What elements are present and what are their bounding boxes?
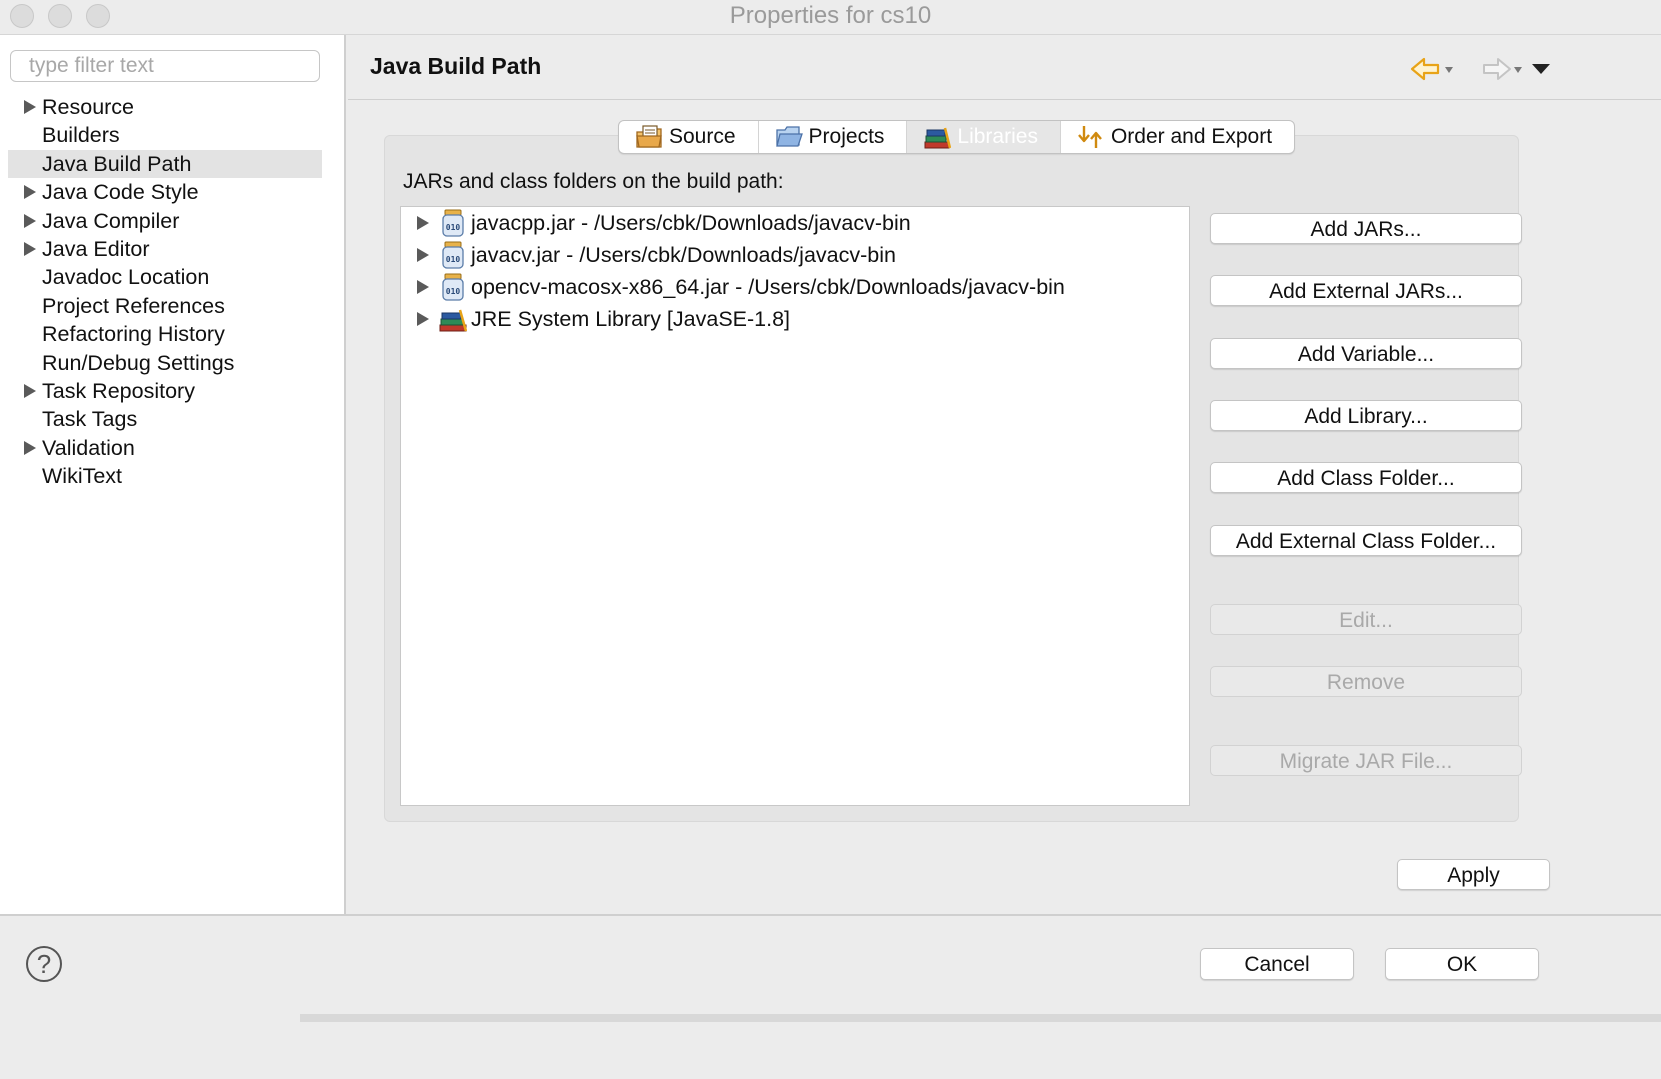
window-bottom-strip: [300, 1014, 1661, 1022]
sidebar-item-label: Run/Debug Settings: [42, 350, 235, 375]
sidebar-item-label: Java Build Path: [42, 151, 192, 176]
jar-icon: 010: [442, 241, 464, 269]
tree-row-label: JRE System Library [JavaSE-1.8]: [471, 307, 791, 331]
tab-source[interactable]: Source: [619, 121, 759, 153]
sidebar-item-javadoc-location[interactable]: Javadoc Location: [8, 263, 322, 291]
expand-arrow-icon[interactable]: [24, 185, 36, 200]
sidebar-item-label: Validation: [42, 435, 135, 460]
add-variable-button[interactable]: Add Variable...: [1210, 338, 1522, 369]
source-folder-icon: [636, 125, 662, 148]
page-title: Java Build Path: [370, 53, 542, 79]
sidebar-item-java-compiler[interactable]: Java Compiler: [8, 207, 322, 235]
tree-row-label: javacpp.jar - /Users/cbk/Downloads/javac…: [471, 211, 911, 235]
tab-label: Libraries: [957, 125, 1038, 148]
forward-arrow-icon[interactable]: [1483, 58, 1511, 80]
back-arrow-icon[interactable]: [1410, 57, 1440, 81]
sidebar-item-project-references[interactable]: Project References: [8, 292, 322, 320]
sidebar-item-task-repository[interactable]: Task Repository: [8, 377, 322, 405]
jar-icon: 010: [442, 209, 464, 237]
tree-row-opencv-jar[interactable]: 010 opencv-macosx-x86_64.jar - /Users/cb…: [401, 271, 1189, 303]
view-menu-icon[interactable]: [1532, 64, 1550, 74]
history-navigation: [1408, 55, 1558, 83]
add-external-jars-button[interactable]: Add External JARs...: [1210, 275, 1522, 306]
sidebar-item-label: Java Compiler: [42, 208, 180, 233]
build-path-label: JARs and class folders on the build path…: [403, 170, 784, 193]
forward-dropdown-icon[interactable]: [1514, 67, 1522, 73]
tree-row-javacv-jar[interactable]: 010 javacv.jar - /Users/cbk/Downloads/ja…: [401, 239, 1189, 271]
library-icon: [439, 309, 467, 332]
property-page: Java Build Path Source Projects Librarie…: [346, 35, 1661, 914]
sidebar-item-java-build-path[interactable]: Java Build Path: [8, 149, 322, 179]
tab-projects[interactable]: Projects: [759, 121, 908, 153]
expand-arrow-icon[interactable]: [24, 213, 36, 228]
sidebar-item-refactoring-history[interactable]: Refactoring History: [8, 320, 322, 348]
tab-label: Projects: [808, 125, 885, 148]
expand-arrow-icon[interactable]: [417, 216, 429, 230]
svg-text:010: 010: [446, 255, 461, 264]
apply-button[interactable]: Apply: [1397, 859, 1550, 890]
sidebar-item-java-code-style[interactable]: Java Code Style: [8, 178, 322, 206]
projects-folder-icon: [775, 126, 803, 147]
property-page-list: Resource Builders Java Build Path Java C…: [8, 93, 322, 490]
sidebar-item-builders[interactable]: Builders: [8, 121, 322, 149]
sidebar-item-label: WikiText: [42, 464, 123, 489]
sidebar: Resource Builders Java Build Path Java C…: [0, 35, 346, 914]
tree-row-label: javacv.jar - /Users/cbk/Downloads/javacv…: [471, 243, 896, 267]
filter-input[interactable]: [10, 50, 320, 82]
sidebar-item-label: Javadoc Location: [42, 265, 210, 290]
sidebar-item-label: Refactoring History: [42, 322, 225, 347]
remove-button[interactable]: Remove: [1210, 666, 1522, 697]
help-icon[interactable]: ?: [26, 946, 62, 982]
edit-button[interactable]: Edit...: [1210, 604, 1522, 635]
sidebar-item-label: Project References: [42, 293, 225, 318]
sidebar-item-wikitext[interactable]: WikiText: [8, 462, 322, 490]
add-class-folder-button[interactable]: Add Class Folder...: [1210, 462, 1522, 493]
add-library-button[interactable]: Add Library...: [1210, 400, 1522, 431]
back-dropdown-icon[interactable]: [1445, 67, 1453, 73]
sidebar-item-label: Task Repository: [42, 378, 195, 403]
sidebar-item-label: Resource: [42, 95, 135, 119]
build-path-tree[interactable]: 010 javacpp.jar - /Users/cbk/Downloads/j…: [400, 206, 1190, 806]
expand-arrow-icon[interactable]: [417, 280, 429, 294]
sidebar-item-validation[interactable]: Validation: [8, 434, 322, 462]
migrate-jar-button[interactable]: Migrate JAR File...: [1210, 745, 1522, 776]
expand-arrow-icon[interactable]: [24, 383, 36, 398]
tree-row-label: opencv-macosx-x86_64.jar - /Users/cbk/Do…: [471, 275, 1065, 299]
add-external-class-folder-button[interactable]: Add External Class Folder...: [1210, 525, 1522, 556]
expand-arrow-icon[interactable]: [417, 248, 429, 262]
jar-icon: 010: [442, 273, 464, 301]
order-export-icon: [1078, 126, 1102, 148]
tree-row-javacpp-jar[interactable]: 010 javacpp.jar - /Users/cbk/Downloads/j…: [401, 207, 1189, 239]
svg-text:010: 010: [446, 223, 461, 232]
sidebar-item-resource[interactable]: Resource: [8, 93, 322, 121]
sidebar-item-label: Java Editor: [42, 236, 150, 261]
expand-arrow-icon[interactable]: [24, 440, 36, 455]
sidebar-item-java-editor[interactable]: Java Editor: [8, 235, 322, 263]
expand-arrow-icon[interactable]: [24, 100, 36, 114]
tab-label: Source: [669, 125, 736, 148]
tree-row-jre-system-library[interactable]: JRE System Library [JavaSE-1.8]: [401, 303, 1189, 335]
svg-text:010: 010: [446, 287, 461, 296]
expand-arrow-icon[interactable]: [417, 312, 429, 326]
header-separator: [348, 99, 1661, 100]
sidebar-item-run-debug-settings[interactable]: Run/Debug Settings: [8, 349, 322, 377]
title-bar: Properties for cs10: [0, 0, 1661, 35]
tab-order-and-export[interactable]: Order and Export: [1061, 121, 1294, 153]
sidebar-item-task-tags[interactable]: Task Tags: [8, 405, 322, 433]
expand-arrow-icon[interactable]: [24, 241, 36, 256]
sidebar-item-label: Java Code Style: [42, 180, 199, 205]
sidebar-item-label: Builders: [42, 123, 120, 148]
tab-bar: Source Projects Libraries Order and Expo…: [618, 120, 1296, 154]
window-title: Properties for cs10: [729, 2, 932, 29]
tab-label: Order and Export: [1110, 125, 1273, 148]
sidebar-item-label: Task Tags: [42, 407, 138, 432]
tab-libraries[interactable]: Libraries: [907, 121, 1061, 153]
add-jars-button[interactable]: Add JARs...: [1210, 213, 1522, 244]
dialog-footer: ? Cancel OK: [0, 914, 1661, 1079]
cancel-button[interactable]: Cancel: [1200, 948, 1354, 980]
ok-button[interactable]: OK: [1385, 948, 1539, 980]
libraries-icon: [924, 127, 952, 149]
